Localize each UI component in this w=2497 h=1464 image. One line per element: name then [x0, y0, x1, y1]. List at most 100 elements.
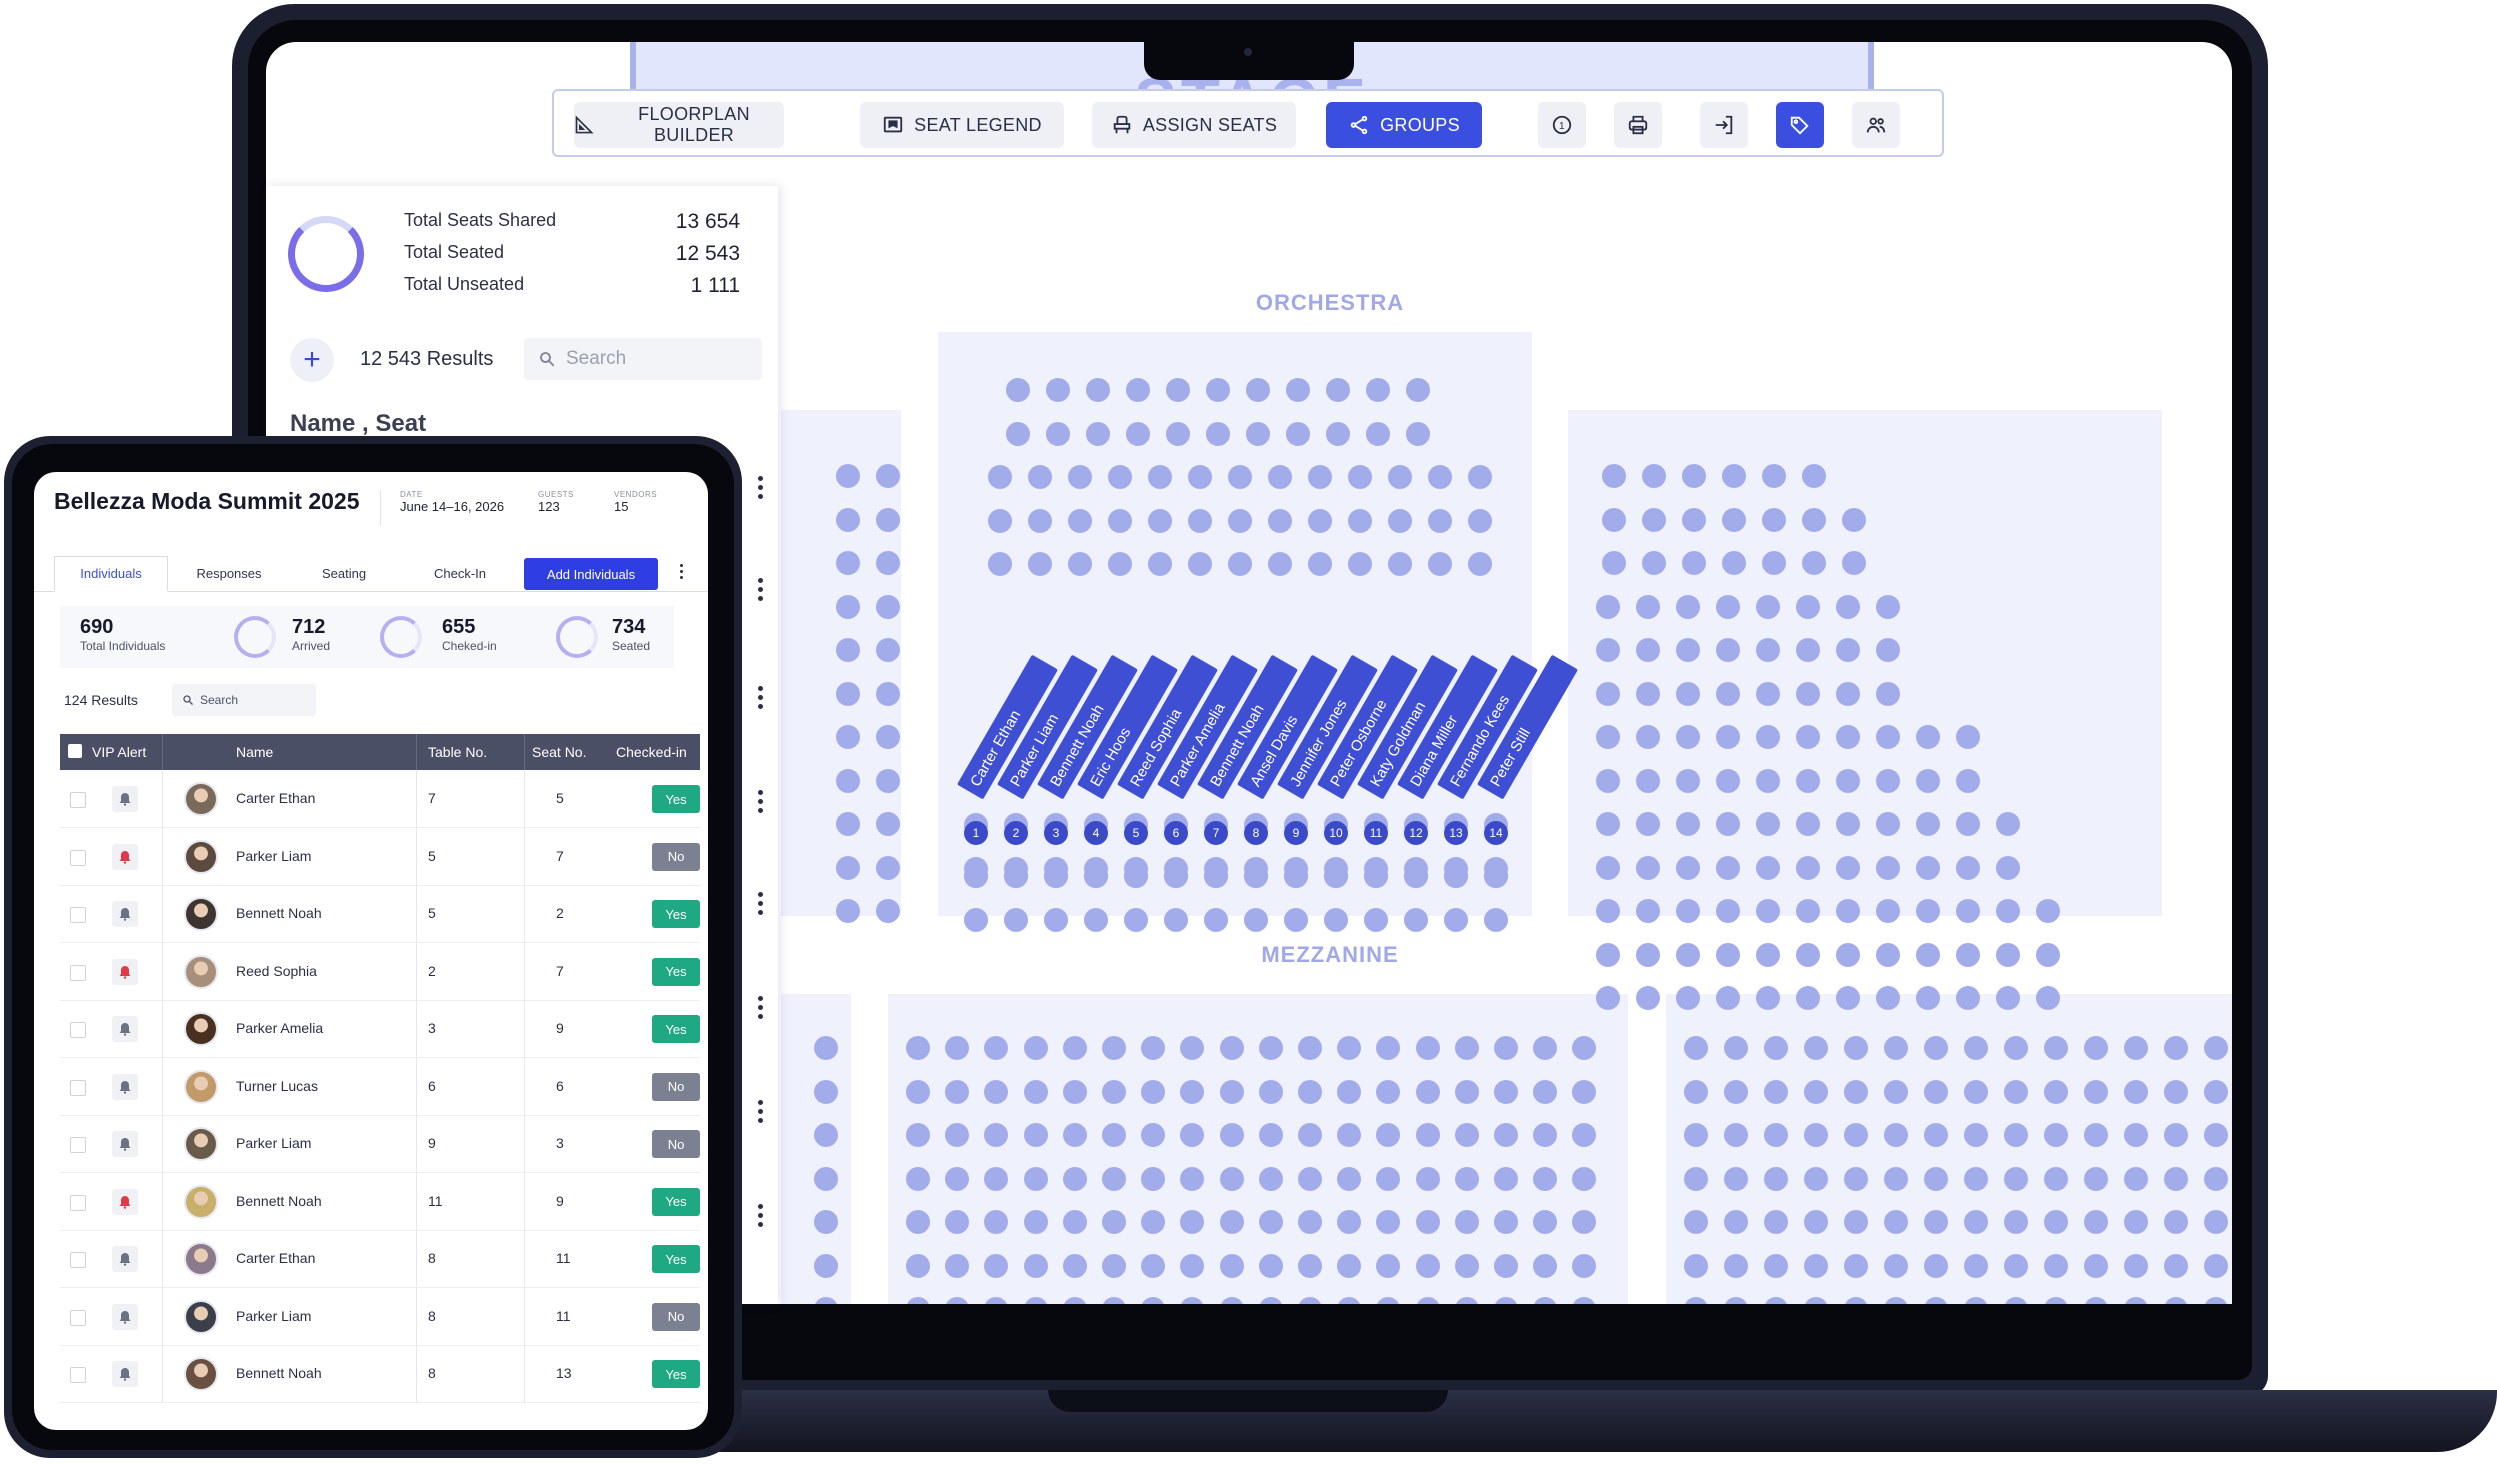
table-row[interactable]: Carter Ethan 7 5 Yes [60, 770, 700, 828]
row-checkbox[interactable] [70, 1137, 86, 1153]
row-name: Bennett Noah [236, 1365, 322, 1381]
column-divider [524, 827, 525, 885]
row-menu-icon[interactable] [758, 790, 764, 817]
checked-in-badge[interactable]: No [652, 842, 700, 871]
vip-alert-toggle[interactable] [112, 1073, 138, 1100]
vip-alert-toggle[interactable] [112, 843, 138, 870]
table-row[interactable]: Bennett Noah 5 2 Yes [60, 885, 700, 943]
checked-in-badge[interactable]: No [652, 1130, 700, 1158]
table-row[interactable]: Parker Liam 9 3 No [60, 1115, 700, 1173]
list-header: Name , Seat [290, 410, 427, 437]
group-seat-number[interactable]: 9 [1284, 821, 1308, 845]
seated-ring [556, 616, 598, 658]
table-row[interactable]: Carter Ethan 8 11 Yes [60, 1230, 700, 1288]
checked-in-badge[interactable]: Yes [652, 785, 700, 813]
meta-guests: GUESTS 123 [538, 490, 574, 514]
group-seat-number[interactable]: 4 [1084, 821, 1108, 845]
checked-in-badge[interactable]: Yes [652, 1015, 700, 1043]
panel-search-input[interactable]: Search [524, 338, 762, 380]
tab-responses[interactable]: Responses [174, 556, 284, 592]
row-checkbox[interactable] [70, 1194, 86, 1211]
table-row[interactable]: Parker Amelia 3 9 Yes [60, 1000, 700, 1058]
row-menu-icon[interactable] [758, 686, 764, 713]
avatar [184, 1184, 218, 1219]
checked-in-badge[interactable]: Yes [652, 1187, 700, 1216]
add-individuals-button[interactable]: Add Individuals [524, 558, 658, 590]
vip-alert-toggle[interactable] [112, 1303, 138, 1330]
group-seat-number[interactable]: 13 [1444, 821, 1468, 845]
row-menu-icon[interactable] [758, 996, 764, 1023]
group-seat-number[interactable]: 8 [1244, 821, 1268, 845]
row-menu-icon[interactable] [758, 1100, 764, 1127]
vip-alert-toggle[interactable] [112, 1131, 138, 1157]
tab-check-in[interactable]: Check-In [404, 556, 516, 592]
tab-seating[interactable]: Seating [290, 556, 398, 592]
meta-vendors: VENDORS 15 [614, 490, 657, 514]
row-checkbox[interactable] [70, 1079, 86, 1096]
avatar [184, 1012, 218, 1046]
table-search-input[interactable]: Search [172, 684, 316, 716]
group-seat-number[interactable]: 7 [1204, 821, 1228, 845]
row-checkbox[interactable] [70, 1252, 86, 1268]
row-menu-icon[interactable] [758, 892, 764, 919]
row-seat-no: 13 [556, 1365, 572, 1381]
summary-total: 690 Total Individuals [80, 616, 165, 653]
table-row[interactable]: Turner Lucas 6 6 No [60, 1057, 700, 1116]
more-options-icon[interactable] [680, 564, 686, 579]
checked-in-badge[interactable]: Yes [652, 1360, 700, 1388]
row-menu-icon[interactable] [758, 578, 764, 605]
checked-in-badge[interactable]: Yes [652, 957, 700, 986]
vip-alert-toggle[interactable] [112, 901, 138, 927]
row-seat-no: 3 [556, 1135, 564, 1151]
column-table-no[interactable]: Table No. [428, 744, 487, 760]
checked-in-badge[interactable]: No [652, 1072, 700, 1101]
row-seat-no: 6 [556, 1077, 564, 1094]
row-menu-icon[interactable] [758, 1204, 764, 1231]
column-name[interactable]: Name [236, 744, 273, 760]
vip-alert-toggle[interactable] [112, 958, 138, 985]
row-checkbox[interactable] [70, 1309, 86, 1326]
laptop-lip [1048, 1390, 1448, 1412]
row-checkbox[interactable] [70, 964, 86, 981]
row-checkbox[interactable] [70, 792, 86, 808]
group-seat-number[interactable]: 12 [1404, 821, 1428, 845]
group-seat-number[interactable]: 5 [1124, 821, 1148, 845]
column-divider [524, 1115, 525, 1172]
group-seat-number[interactable]: 6 [1164, 821, 1188, 845]
checked-in-badge[interactable]: Yes [652, 1245, 700, 1273]
row-menu-icon[interactable] [758, 476, 764, 503]
row-checkbox[interactable] [70, 849, 86, 866]
vip-alert-toggle[interactable] [112, 1361, 138, 1387]
row-checkbox[interactable] [70, 1367, 86, 1383]
vip-alert-toggle[interactable] [112, 1188, 138, 1215]
row-checkbox[interactable] [70, 1022, 86, 1038]
table-row[interactable]: Bennett Noah 11 9 Yes [60, 1172, 700, 1231]
group-seat-number[interactable]: 10 [1324, 821, 1348, 845]
tab-individuals[interactable]: Individuals [54, 556, 168, 592]
row-checkbox[interactable] [70, 907, 86, 923]
group-seat-number[interactable]: 14 [1484, 821, 1508, 845]
vip-alert-toggle[interactable] [112, 786, 138, 812]
vip-alert-toggle[interactable] [112, 1246, 138, 1272]
group-seat-number[interactable]: 2 [1004, 821, 1028, 845]
checked-in-badge[interactable]: Yes [652, 900, 700, 928]
table-row[interactable]: Reed Sophia 2 7 Yes [60, 942, 700, 1001]
avatar [184, 1127, 218, 1161]
select-all-checkbox[interactable] [68, 744, 82, 758]
column-checked-in[interactable]: Checked-in [616, 744, 687, 760]
alert-icon [119, 850, 131, 864]
group-seat-number[interactable]: 1 [964, 821, 988, 845]
group-seat-number[interactable]: 3 [1044, 821, 1068, 845]
column-divider [524, 1230, 525, 1287]
checked-in-badge[interactable]: No [652, 1302, 700, 1331]
add-button[interactable]: + [290, 338, 334, 382]
column-seat-no[interactable]: Seat No. [532, 744, 586, 760]
column-vip-alert[interactable]: VIP Alert [92, 744, 146, 760]
vip-alert-toggle[interactable] [112, 1016, 138, 1042]
table-row[interactable]: Bennett Noah 8 13 Yes [60, 1345, 700, 1403]
results-count: 12 543 Results [360, 348, 494, 370]
table-row[interactable]: Parker Liam 8 11 No [60, 1287, 700, 1346]
group-seat-number[interactable]: 11 [1364, 821, 1388, 845]
row-table-no: 8 [428, 1250, 436, 1266]
table-row[interactable]: Parker Liam 5 7 No [60, 827, 700, 886]
